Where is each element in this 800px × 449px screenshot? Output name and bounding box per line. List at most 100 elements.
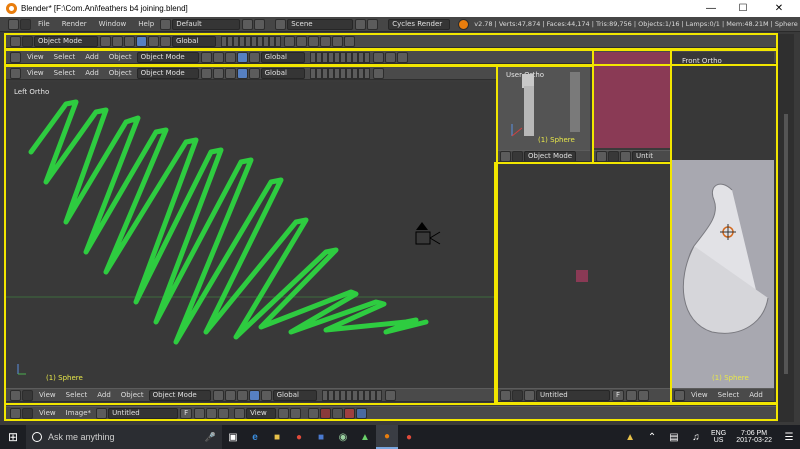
menu-view[interactable]: View [39, 409, 56, 417]
add-image-icon[interactable] [194, 407, 206, 419]
snap-icon[interactable] [384, 51, 396, 63]
menu-render[interactable]: Render [62, 20, 87, 28]
open-image-icon[interactable] [638, 389, 650, 401]
fake-user-button[interactable]: F [180, 407, 193, 419]
lock-layers-icon[interactable] [284, 35, 295, 47]
add-image-icon[interactable] [626, 389, 638, 401]
menu-window[interactable]: Window [99, 20, 127, 28]
zoom-icon[interactable] [278, 407, 290, 419]
menu-toggle-icon[interactable] [22, 35, 33, 47]
snap-icon[interactable] [384, 389, 396, 401]
layout-select[interactable]: Default [172, 18, 241, 30]
scene-select[interactable]: Scene [287, 18, 354, 30]
front-ortho-viewport[interactable]: Front Ortho (1) Sphere [672, 52, 774, 388]
menu-toggle-icon[interactable] [512, 151, 523, 161]
render-preview-icon[interactable] [396, 51, 408, 63]
mode-select[interactable]: Object Mode [524, 151, 576, 161]
remove-scene-icon[interactable] [367, 18, 379, 30]
orientation-select[interactable]: Global [260, 51, 305, 63]
pivot-point-icon[interactable] [212, 51, 224, 63]
menu-view[interactable]: View [691, 391, 708, 399]
pin-icon[interactable] [218, 407, 230, 419]
image-browse-icon[interactable] [96, 407, 108, 419]
show-hidden-icons[interactable]: ⌃ [641, 425, 663, 449]
menu-select[interactable]: Select [718, 391, 740, 399]
editor-type-icon[interactable] [10, 51, 21, 63]
editor-type-icon[interactable] [500, 389, 511, 401]
menu-select[interactable]: Select [54, 69, 76, 77]
mode-select[interactable]: Object Mode [136, 51, 199, 63]
lock-layers-icon[interactable] [372, 51, 384, 63]
viewport-shading-icon[interactable] [200, 67, 212, 79]
viewport-shading-icon[interactable] [212, 389, 224, 401]
snap-icon[interactable] [308, 35, 319, 47]
image-select[interactable]: Untit [632, 151, 653, 161]
pivot-point-icon[interactable] [212, 67, 224, 79]
cortana-search[interactable]: Ask me anything 🎤 [26, 425, 222, 449]
editor-type-icon[interactable] [10, 407, 21, 419]
maximize-button[interactable]: ☐ [728, 0, 758, 17]
menu-file[interactable]: File [38, 20, 50, 28]
editor-type-icon[interactable] [10, 389, 21, 401]
proportional-edit-icon[interactable] [296, 35, 307, 47]
layer-buttons[interactable] [309, 67, 370, 79]
manipulator-icon[interactable] [224, 67, 236, 79]
image-select[interactable]: Untitled [536, 389, 610, 401]
orientation-select[interactable]: Global [272, 389, 317, 401]
rotate-icon[interactable] [248, 51, 260, 63]
task-view-icon[interactable]: ▣ [222, 425, 244, 449]
translate-icon[interactable] [136, 35, 147, 47]
scrollbar-thumb[interactable] [784, 114, 788, 374]
editor-type-icon[interactable] [674, 389, 685, 401]
start-button-icon[interactable]: ⊞ [0, 425, 26, 449]
chrome-icon[interactable]: ● [288, 425, 310, 449]
camera-render-icon[interactable] [344, 35, 355, 47]
snap-icon[interactable] [372, 67, 384, 79]
remove-layout-icon[interactable] [254, 18, 266, 30]
microphone-icon[interactable]: 🎤 [205, 432, 216, 443]
mode-select[interactable]: Object Mode [136, 67, 199, 79]
menu-view[interactable]: View [27, 69, 44, 77]
mode-select[interactable]: Object Mode [34, 35, 98, 47]
menu-add[interactable]: Add [85, 53, 99, 61]
middle-viewport[interactable] [498, 164, 670, 388]
layer-buttons[interactable] [321, 389, 382, 401]
view-type-icon[interactable] [234, 407, 246, 419]
screen-layout-icon[interactable] [160, 18, 172, 30]
menu-view[interactable]: View [39, 391, 56, 399]
language-indicator[interactable]: ENG US [711, 430, 726, 444]
user-tray-icon[interactable]: ▲ [619, 425, 641, 449]
render-preview-icon[interactable] [332, 35, 343, 47]
edge-icon[interactable]: e [244, 425, 266, 449]
scene-icon[interactable] [275, 18, 287, 30]
menu-select[interactable]: Select [54, 53, 76, 61]
menu-add[interactable]: Add [85, 69, 99, 77]
orientation-select[interactable]: Global [260, 67, 305, 79]
sample-icon[interactable] [290, 407, 302, 419]
file-explorer-icon[interactable]: ■ [266, 425, 288, 449]
editor-type-icon[interactable] [500, 151, 511, 161]
volume-icon[interactable]: ♫ [685, 425, 707, 449]
scale-icon[interactable] [160, 35, 171, 47]
translate-icon[interactable] [248, 389, 260, 401]
app-icon-2[interactable]: ▲ [354, 425, 376, 449]
view-select[interactable]: View [246, 407, 277, 419]
user-ortho-viewport[interactable]: User Ortho (1) Sphere [498, 66, 590, 150]
orientation-select[interactable]: Global [172, 35, 216, 47]
action-center-icon[interactable]: ☰ [778, 425, 800, 449]
viewport-shading-icon[interactable] [100, 35, 111, 47]
image-icon[interactable] [524, 389, 535, 401]
menu-toggle-icon[interactable] [22, 389, 33, 401]
editor-type-icon[interactable] [10, 35, 21, 47]
menu-select[interactable]: Select [66, 391, 88, 399]
clock[interactable]: 7:06 PM 2017-03-22 [736, 430, 772, 444]
mode-select[interactable]: Object Mode [148, 389, 211, 401]
pivot-point-icon[interactable] [112, 35, 123, 47]
viewport-shading-icon[interactable] [200, 51, 212, 63]
snap-target-icon[interactable] [320, 35, 331, 47]
channel-color-icon[interactable] [344, 407, 356, 419]
menu-object[interactable]: Object [109, 69, 132, 77]
minimize-button[interactable]: — [696, 0, 726, 17]
left-ortho-viewport[interactable]: Left Ortho (1) Sphere [6, 82, 494, 388]
layer-buttons[interactable] [309, 51, 370, 63]
